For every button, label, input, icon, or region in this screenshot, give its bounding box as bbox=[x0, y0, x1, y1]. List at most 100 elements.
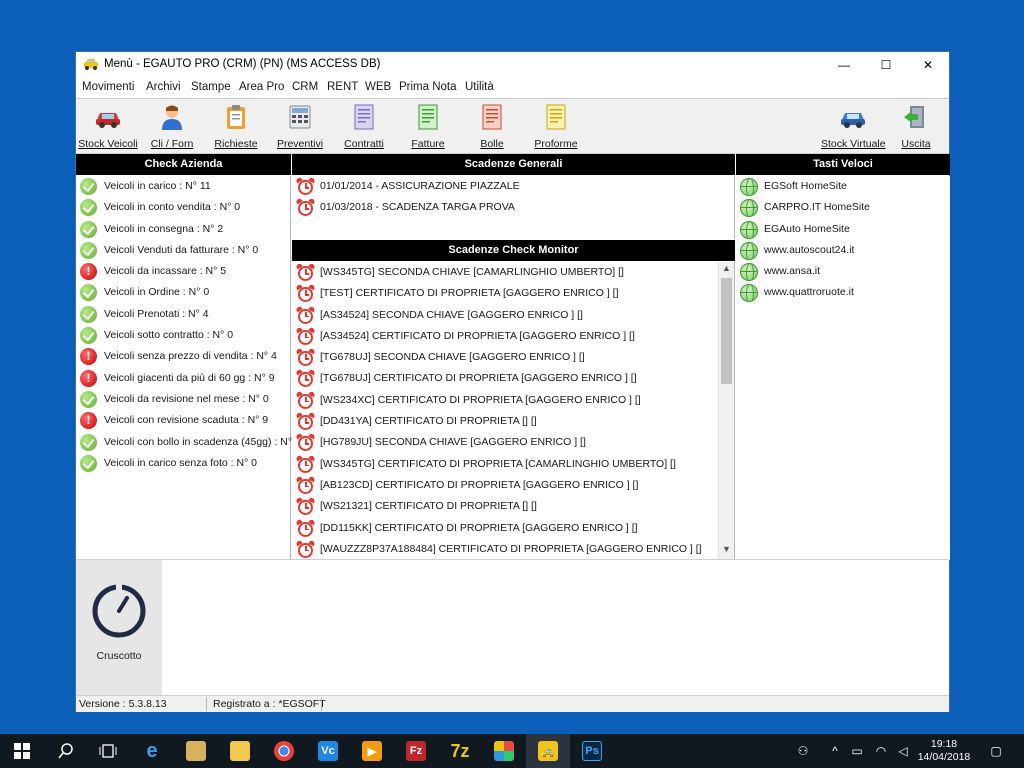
link-item[interactable]: www.ansa.it bbox=[736, 261, 950, 282]
cli-forn-button[interactable]: Cli / Forn bbox=[142, 103, 202, 151]
bolle-button[interactable]: Bolle bbox=[462, 103, 522, 151]
battery-icon[interactable]: ▭ bbox=[846, 734, 868, 768]
menu-area-pro[interactable]: Area Pro bbox=[239, 81, 284, 93]
stock-virtuale-button[interactable]: Stock Virtuale bbox=[821, 103, 886, 151]
chevron-up-icon[interactable]: ^ bbox=[826, 734, 844, 768]
fatture-button[interactable]: Fatture bbox=[398, 103, 458, 151]
list-item[interactable]: [DD431YA] CERTIFICATO DI PROPRIETA [] [] bbox=[292, 411, 734, 432]
warning-icon bbox=[80, 348, 97, 366]
minimize-button[interactable]: — bbox=[823, 52, 865, 78]
contratti-button[interactable]: Contratti bbox=[334, 103, 394, 151]
people-icon[interactable]: ⚇ bbox=[790, 734, 816, 768]
list-item[interactable]: Veicoli in carico : N° 11 bbox=[76, 176, 290, 197]
notifications-icon[interactable]: ▢ bbox=[984, 734, 1008, 768]
list-item[interactable]: 01/03/2018 - SCADENZA TARGA PROVA bbox=[292, 197, 734, 218]
list-item[interactable]: Veicoli con bollo in scadenza (45gg) : N… bbox=[76, 432, 301, 453]
taskbar-app-colorful[interactable] bbox=[482, 734, 526, 768]
cruscotto-button[interactable]: Cruscotto bbox=[76, 560, 162, 695]
document-purple-icon bbox=[354, 104, 374, 130]
taskbar-7zip[interactable]: 7z bbox=[438, 734, 482, 768]
list-item[interactable]: Veicoli senza prezzo di vendita : N° 4 bbox=[76, 346, 290, 367]
list-item[interactable]: Veicoli in conto vendita : N° 0 bbox=[76, 197, 290, 218]
list-item[interactable]: [TG678UJ] SECONDA CHIAVE [GAGGERO ENRICO… bbox=[292, 347, 734, 368]
system-clock[interactable]: 19:18 14/04/2018 bbox=[914, 738, 974, 764]
list-item[interactable]: [WS21321] CERTIFICATO DI PROPRIETA [] [] bbox=[292, 496, 734, 517]
maximize-button[interactable]: ☐ bbox=[865, 52, 907, 78]
link-item[interactable]: www.autoscout24.it bbox=[736, 240, 950, 261]
check-ok-icon bbox=[80, 178, 97, 195]
list-item[interactable]: [WS345TG] SECONDA CHIAVE [CAMARLINGHIO U… bbox=[292, 262, 734, 283]
list-item[interactable]: [DD115KK] CERTIFICATO DI PROPRIETA [GAGG… bbox=[292, 518, 734, 539]
close-button[interactable]: ✕ bbox=[907, 52, 949, 78]
taskbar-chrome[interactable] bbox=[262, 734, 306, 768]
scrollbar-thumb[interactable] bbox=[721, 278, 732, 384]
vertical-scrollbar[interactable]: ▲ ▼ bbox=[718, 262, 734, 560]
list-item[interactable]: Veicoli in carico senza foto : N° 0 bbox=[76, 453, 290, 474]
status-separator bbox=[206, 697, 207, 711]
stock-veicoli-button[interactable]: Stock Veicoli bbox=[78, 103, 138, 151]
tasti-veloci-panel: EGSoft HomeSite CARPRO.IT HomeSite EGAut… bbox=[736, 176, 950, 560]
menu-archivi[interactable]: Archivi bbox=[146, 81, 181, 93]
scroll-down-icon[interactable]: ▼ bbox=[719, 544, 734, 558]
list-item[interactable]: Veicoli da incassare : N° 5 bbox=[76, 261, 290, 282]
search-button[interactable] bbox=[44, 734, 88, 768]
list-item[interactable]: [AS34524] CERTIFICATO DI PROPRIETA [GAGG… bbox=[292, 326, 734, 347]
taskbar-edge[interactable]: e bbox=[130, 734, 174, 768]
list-item[interactable]: Veicoli in Ordine : N° 0 bbox=[76, 282, 290, 303]
task-view-button[interactable] bbox=[86, 734, 130, 768]
start-button[interactable] bbox=[0, 734, 44, 768]
list-item[interactable]: [AB123CD] CERTIFICATO DI PROPRIETA [GAGG… bbox=[292, 475, 734, 496]
menu-web[interactable]: WEB bbox=[365, 81, 391, 93]
taskbar-visual-studio-code[interactable]: Vc bbox=[306, 734, 350, 768]
list-item[interactable]: [AS34524] SECONDA CHIAVE [GAGGERO ENRICO… bbox=[292, 305, 734, 326]
preventivi-button[interactable]: Preventivi bbox=[270, 103, 330, 151]
taskbar-media-player[interactable]: ▶ bbox=[350, 734, 394, 768]
list-item-text: [AS34524] CERTIFICATO DI PROPRIETA [GAGG… bbox=[320, 329, 635, 342]
menu-rent[interactable]: RENT bbox=[327, 81, 358, 93]
tasti-veloci-header: Tasti Veloci bbox=[736, 154, 950, 175]
link-text: EGSoft HomeSite bbox=[764, 180, 847, 192]
list-item[interactable]: Veicoli in consegna : N° 2 bbox=[76, 219, 290, 240]
menu-stampe[interactable]: Stampe bbox=[191, 81, 231, 93]
taskbar-egauto[interactable]: 🚕 bbox=[526, 734, 570, 768]
taskbar-photoshop[interactable]: Ps bbox=[570, 734, 614, 768]
taskbar-filezilla[interactable]: Fz bbox=[394, 734, 438, 768]
list-item[interactable]: Veicoli giacenti da più di 60 gg : N° 9 bbox=[76, 368, 290, 389]
menu-movimenti[interactable]: Movimenti bbox=[82, 81, 134, 93]
list-item[interactable]: Veicoli con revisione scaduta : N° 9 bbox=[76, 410, 290, 431]
list-item[interactable]: Veicoli da revisione nel mese : N° 0 bbox=[76, 389, 290, 410]
link-item[interactable]: CARPRO.IT HomeSite bbox=[736, 197, 950, 218]
edge-icon: e bbox=[146, 739, 158, 762]
link-item[interactable]: www.quattroruote.it bbox=[736, 282, 950, 303]
list-item[interactable]: Veicoli Prenotati : N° 4 bbox=[76, 304, 290, 325]
link-item[interactable]: EGAuto HomeSite bbox=[736, 219, 950, 240]
list-item[interactable]: [WAUZZZ8P37A188484] CERTIFICATO DI PROPR… bbox=[292, 539, 734, 560]
user-icon bbox=[162, 105, 182, 130]
list-item[interactable]: [HG789JU] SECONDA CHIAVE [GAGGERO ENRICO… bbox=[292, 432, 734, 453]
taskbar: e Vc ▶ Fz 7z 🚕 Ps ⚇ ^ ▭ ◠ ◁ 19:18 14/04/… bbox=[0, 734, 1024, 768]
list-item[interactable]: [TEST] CERTIFICATO DI PROPRIETA [GAGGERO… bbox=[292, 283, 734, 304]
taskbar-file-explorer[interactable] bbox=[218, 734, 262, 768]
proforme-button[interactable]: Proforme bbox=[526, 103, 586, 151]
menu-prima-nota[interactable]: Prima Nota bbox=[399, 81, 457, 93]
list-item[interactable]: [TG678UJ] CERTIFICATO DI PROPRIETA [GAGG… bbox=[292, 368, 734, 389]
link-item[interactable]: EGSoft HomeSite bbox=[736, 176, 950, 197]
windows-logo-icon bbox=[14, 743, 30, 759]
menu-crm[interactable]: CRM bbox=[292, 81, 318, 93]
uscita-button[interactable]: Uscita bbox=[888, 103, 944, 151]
list-item[interactable]: Veicoli sotto contratto : N° 0 bbox=[76, 325, 290, 346]
list-item[interactable]: [WS345TG] CERTIFICATO DI PROPRIETA [CAMA… bbox=[292, 454, 734, 475]
alarm-clock-icon bbox=[295, 454, 316, 474]
menu-utilita[interactable]: Utilità bbox=[465, 81, 494, 93]
stock-virtuale-label: Stock Virtuale bbox=[821, 138, 886, 150]
scroll-up-icon[interactable]: ▲ bbox=[719, 263, 734, 277]
richieste-button[interactable]: Richieste bbox=[206, 103, 266, 151]
list-item[interactable]: Veicoli Venduti da fatturare : N° 0 bbox=[76, 240, 290, 261]
list-item[interactable]: [WS234XC] CERTIFICATO DI PROPRIETA [GAGG… bbox=[292, 390, 734, 411]
taskbar-app-folder-tools[interactable] bbox=[174, 734, 218, 768]
alarm-clock-icon bbox=[295, 539, 316, 559]
alarm-clock-icon bbox=[295, 390, 316, 410]
volume-icon[interactable]: ◁ bbox=[892, 734, 914, 768]
list-item[interactable]: 01/01/2014 - ASSICURAZIONE PIAZZALE bbox=[292, 176, 734, 197]
wifi-icon[interactable]: ◠ bbox=[870, 734, 892, 768]
